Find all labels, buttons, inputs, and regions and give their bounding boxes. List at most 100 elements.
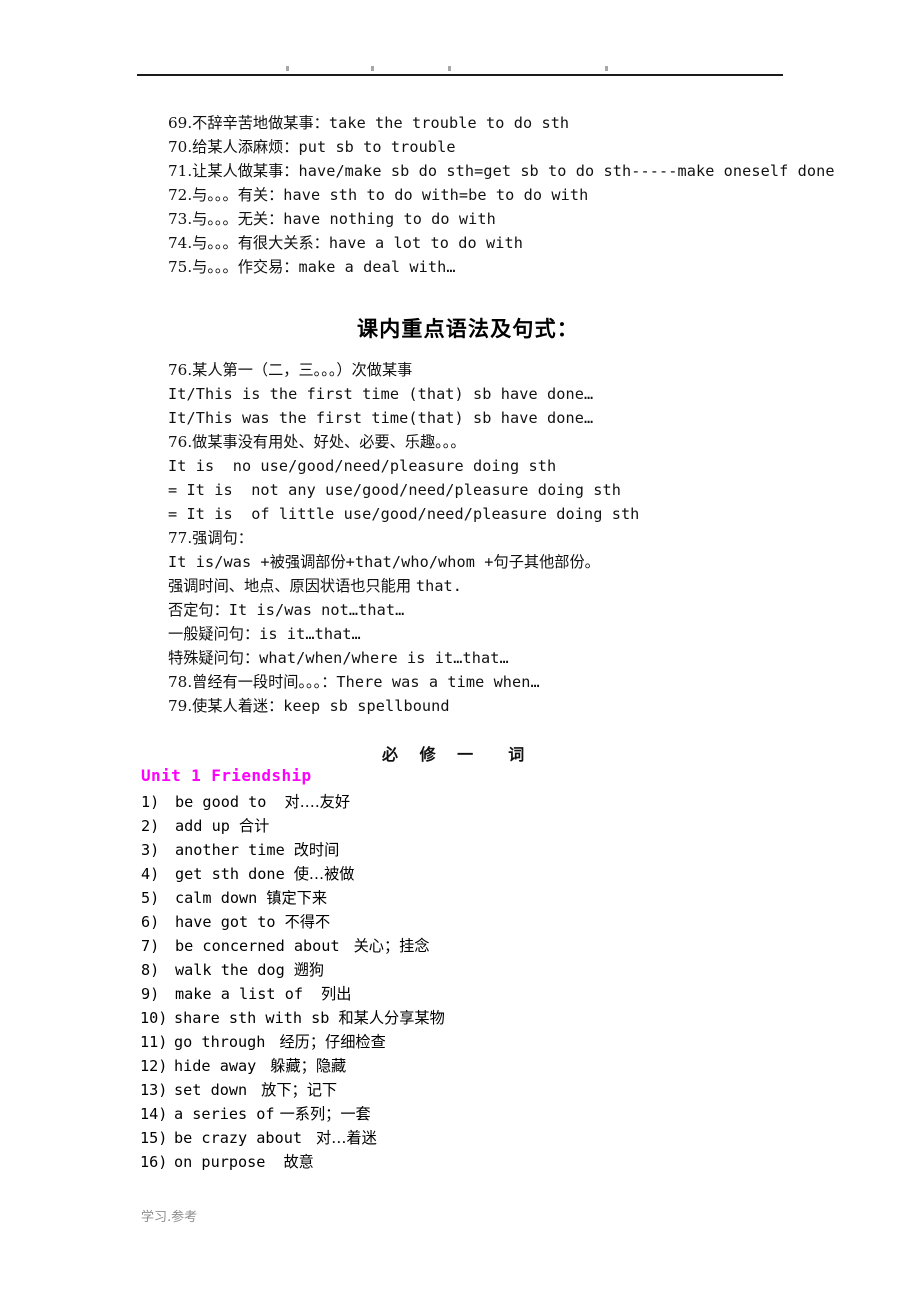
item-number: 6): [141, 913, 160, 931]
header-mark: [605, 66, 608, 71]
item-english: It/This was the first time(that) sb have…: [168, 409, 594, 427]
item-number: 15): [140, 1129, 168, 1147]
item-chinese: 列出: [321, 985, 352, 1003]
item-english: make a list of: [175, 985, 304, 1003]
list-item: It/This was the first time(that) sb have…: [168, 406, 593, 430]
item-number: 10): [140, 1009, 168, 1027]
list-item: It is no use/good/need/pleasure doing st…: [168, 454, 556, 478]
item-number: 79.: [168, 697, 193, 715]
item-chinese: 使…被做: [293, 865, 355, 883]
section-subheading: 必 修 一 词: [382, 745, 533, 764]
item-english: what/when/where is it…that…: [259, 649, 509, 667]
item-chinese: 给某人添麻烦：: [192, 138, 299, 156]
list-item: It/This is the first time (that) sb have…: [168, 382, 593, 406]
list-item: 10) share sth with sb 和某人分享某物: [140, 1006, 445, 1030]
list-item: 14) a series of 一系列；一套: [140, 1102, 371, 1126]
list-item: 8) walk the dog 遡狗: [141, 958, 324, 982]
item-chinese: 特殊疑问句：: [168, 649, 260, 667]
item-english: have nothing to do with: [283, 210, 496, 228]
page-footer: 学习.参考: [141, 1210, 198, 1225]
item-number: 71.: [168, 162, 193, 180]
item-english: go through: [174, 1033, 266, 1051]
item-chinese: 强调时间、地点、原因状语也只能用: [168, 577, 416, 595]
item-english: a series of: [174, 1105, 275, 1123]
item-english: keep sb spellbound: [283, 697, 450, 715]
item-chinese: 合计: [238, 817, 270, 835]
item-number: 2): [141, 817, 160, 835]
item-chinese: 使某人着迷：: [192, 697, 284, 715]
list-item: 5) calm down 镇定下来: [141, 886, 327, 910]
item-number: 70.: [168, 138, 193, 156]
item-number: 14): [140, 1105, 168, 1123]
item-english: hide away: [174, 1057, 257, 1075]
list-item: 2) add up 合计: [141, 814, 269, 838]
item-number: 11): [140, 1033, 168, 1051]
list-item: 76.某人第一（二，三。。。）次做某事: [168, 358, 412, 382]
item-english: get sth done: [175, 865, 285, 883]
item-number: 9): [141, 985, 160, 1003]
list-item: = It is not any use/good/need/pleasure d…: [168, 478, 621, 502]
item-chinese: 对….友好: [284, 793, 351, 811]
item-english: = It is not any use/good/need/pleasure d…: [168, 481, 621, 499]
list-item: 77.强调句：: [168, 526, 253, 550]
list-item: = It is of little use/good/need/pleasure…: [168, 502, 639, 526]
document-page: 69.不辞辛苦地做某事：take the trouble to do sth 7…: [0, 0, 920, 1302]
item-english: another time: [175, 841, 285, 859]
item-number: 16): [140, 1153, 168, 1171]
item-english: take the trouble to do sth: [328, 114, 570, 132]
item-chinese: 被强调部份: [269, 553, 346, 571]
item-chinese: 遡狗: [293, 961, 325, 979]
item-number: 73.: [168, 210, 193, 228]
item-chinese: 与。。。有关：: [192, 186, 284, 204]
list-item: 76.做某事没有用处、好处、必要、乐趣。。。: [168, 430, 466, 454]
item-number: 5): [141, 889, 160, 907]
item-chinese: 与。。。作交易：: [192, 258, 299, 276]
item-english: put sb to trouble: [298, 138, 456, 156]
item-chinese: 曾经有一段时间。。。：: [192, 673, 337, 691]
item-english: calm down: [175, 889, 258, 907]
item-chinese: 改时间: [293, 841, 340, 859]
item-english: that.: [415, 577, 463, 595]
item-chinese: 否定句：: [168, 601, 229, 619]
item-english: on purpose: [174, 1153, 266, 1171]
item-chinese: 某人第一（二，三。。。）次做某事: [192, 361, 413, 379]
list-item: 7) be concerned about 关心；挂念: [141, 934, 430, 958]
header-mark: [286, 66, 289, 71]
item-chinese-2: 句子其他部份。: [493, 553, 600, 571]
item-english: set down: [174, 1081, 248, 1099]
list-item: 79.使某人着迷：keep sb spellbound: [168, 694, 450, 718]
item-english: have sth to do with=be to do with: [283, 186, 589, 204]
list-item: 73.与。。。无关：have nothing to do with: [168, 207, 496, 231]
item-chinese: 强调句：: [192, 529, 253, 547]
item-english: have a lot to do with: [328, 234, 523, 252]
item-number: 72.: [168, 186, 193, 204]
list-item: 4) get sth done 使…被做: [141, 862, 354, 886]
item-chinese: 不辞辛苦地做某事：: [192, 114, 329, 132]
item-english-2: +that/who/whom +: [345, 553, 494, 571]
page-title: 课内重点语法及句式：: [357, 316, 579, 341]
item-number: 74.: [168, 234, 193, 252]
item-chinese: 和某人分享某物: [338, 1009, 445, 1027]
item-english: share sth with sb: [174, 1009, 330, 1027]
list-item: 3) another time 改时间: [141, 838, 339, 862]
item-chinese: 故意: [283, 1153, 314, 1171]
item-english: It is/was +: [168, 553, 270, 571]
item-chinese: 关心；挂念: [353, 937, 430, 955]
item-english: be concerned about: [175, 937, 340, 955]
list-item: 12) hide away 躲藏；隐藏: [140, 1054, 346, 1078]
item-english: add up: [175, 817, 230, 835]
item-english: have got to: [175, 913, 276, 931]
item-chinese: 放下；记下: [261, 1081, 338, 1099]
item-chinese: 让某人做某事：: [192, 162, 299, 180]
item-number: 1): [141, 793, 160, 811]
item-number: 7): [141, 937, 160, 955]
list-item: 特殊疑问句：what/when/where is it…that…: [168, 646, 509, 670]
list-item: 1) be good to 对….友好: [141, 790, 350, 814]
item-chinese: 躲藏；隐藏: [270, 1057, 347, 1075]
item-number: 12): [140, 1057, 168, 1075]
item-english: There was a time when…: [336, 673, 540, 691]
item-english: = It is of little use/good/need/pleasure…: [168, 505, 640, 523]
item-chinese: 与。。。无关：: [192, 210, 284, 228]
item-chinese: 经历；仔细检查: [279, 1033, 386, 1051]
item-english: make a deal with…: [298, 258, 456, 276]
